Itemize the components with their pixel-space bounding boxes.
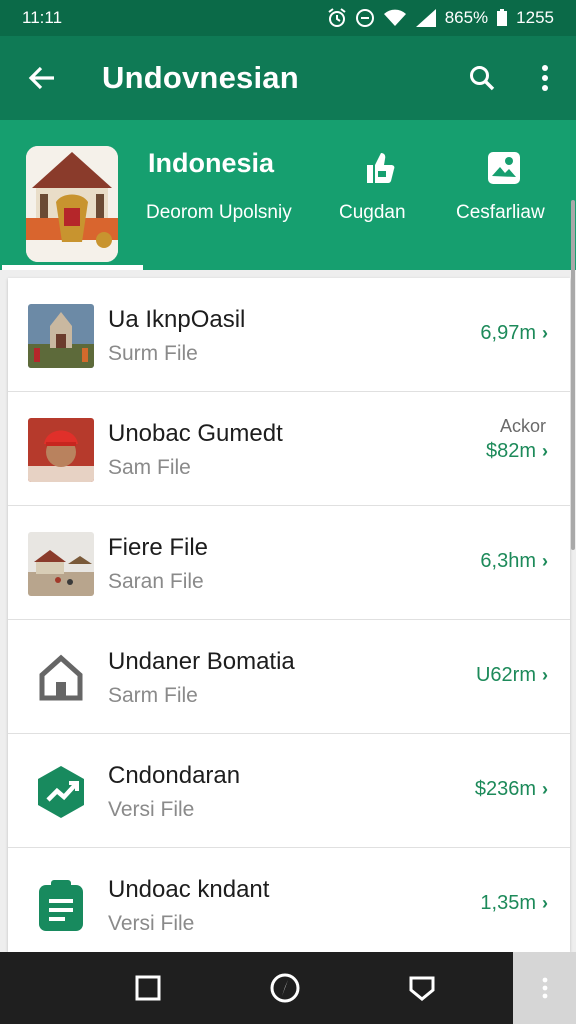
- village-thumbnail: [28, 532, 94, 596]
- compass-icon: [270, 973, 299, 1003]
- item-title: Undaner Bomatia: [108, 648, 295, 675]
- more-vert-icon: [542, 977, 547, 999]
- chevron-right-icon: ›: [542, 441, 548, 461]
- item-title: Undoac kndant: [108, 876, 270, 903]
- tab-strip: Indonesia Deorom Upolsniy Cugdan Cesfarl…: [0, 120, 576, 270]
- list-item[interactable]: Fiere File Saran File 6,3hm ›: [8, 506, 570, 620]
- item-size: $82m ›: [486, 440, 548, 463]
- thumbs-up-icon: [367, 153, 395, 183]
- search-button[interactable]: [450, 36, 514, 120]
- item-size-value: 1,35m: [480, 892, 536, 914]
- item-subtitle: Surm File: [108, 342, 198, 365]
- item-size: 6,3hm ›: [480, 550, 548, 573]
- village-photo-icon: [28, 532, 94, 596]
- item-size: 6,97m ›: [480, 322, 548, 345]
- more-vert-icon: [542, 65, 548, 91]
- signal-icon: [415, 9, 436, 27]
- chevron-right-icon: ›: [542, 551, 548, 571]
- item-subtitle: Sarm File: [108, 684, 198, 707]
- list-item[interactable]: Ua IknpOasil Surm File 6,97m ›: [8, 278, 570, 392]
- navigation-bar: [0, 952, 576, 1024]
- app-bar: Undovnesian: [0, 36, 576, 120]
- item-size: 1,35m ›: [480, 892, 548, 915]
- tab-cesfarliaw-icon-wrap[interactable]: [486, 150, 522, 186]
- list-item[interactable]: Cndondaran Versi File $236m ›: [8, 734, 570, 848]
- item-title: Fiere File: [108, 534, 209, 561]
- list-item[interactable]: Unobac Gumedt Sam File Ackor $82m ›: [8, 392, 570, 506]
- item-size-value: 6,3hm: [480, 550, 536, 572]
- recents-button[interactable]: [79, 952, 216, 1024]
- shield-back-icon: [409, 976, 434, 1001]
- indonesia-emblem-image[interactable]: [26, 146, 118, 262]
- list-item[interactable]: Undaner Bomatia Sarm File U62rm ›: [8, 620, 570, 734]
- item-title: Cndondaran: [108, 762, 241, 789]
- item-title: Unobac Gumedt: [108, 420, 283, 447]
- item-subtitle: Sam File: [108, 456, 191, 479]
- home-thumbnail: [28, 646, 94, 710]
- home-icon: [39, 654, 83, 701]
- item-subtitle: Versi File: [108, 798, 195, 821]
- arrow-back-icon: [28, 66, 54, 90]
- square-icon: [135, 975, 160, 1001]
- battery-icon: [497, 9, 508, 26]
- chevron-right-icon: ›: [542, 665, 548, 685]
- chevron-right-icon: ›: [542, 893, 548, 913]
- status-icons: 865% 1255: [327, 8, 554, 28]
- status-time: 11:11: [22, 8, 63, 27]
- search-icon: [470, 66, 495, 91]
- do-not-disturb-icon: [355, 9, 374, 27]
- back-button[interactable]: [0, 36, 84, 120]
- document-icon: [39, 880, 83, 931]
- item-subtitle: Versi File: [108, 912, 195, 935]
- tab-cugdan-icon-wrap[interactable]: [361, 150, 397, 186]
- temple-photo-icon: [28, 304, 94, 368]
- page-title: Undovnesian: [102, 60, 299, 95]
- document-thumbnail: [28, 874, 94, 938]
- emblem-icon: [26, 146, 118, 262]
- wifi-icon: [383, 9, 406, 26]
- tab-cesfarliaw[interactable]: Cesfarliaw: [456, 202, 545, 224]
- tab-title-indonesia[interactable]: Indonesia: [148, 148, 274, 179]
- item-title: Ua IknpOasil: [108, 306, 246, 333]
- item-size-value: $236m: [474, 778, 536, 800]
- nav-overflow-button[interactable]: [513, 952, 576, 1024]
- trend-thumbnail: [28, 760, 94, 824]
- person-photo-icon: [28, 418, 94, 482]
- item-size: $236m ›: [475, 778, 548, 801]
- alarm-icon: [328, 8, 346, 27]
- tab-indicator: [2, 265, 143, 270]
- scrollbar[interactable]: [571, 200, 575, 550]
- person-thumbnail: [28, 418, 94, 482]
- item-size-value: 6,97m: [480, 322, 536, 344]
- item-subtitle: Saran File: [108, 570, 204, 593]
- item-extra: Ackor: [499, 416, 546, 436]
- back-nav-button[interactable]: [353, 952, 490, 1024]
- item-size: U62rm ›: [476, 664, 548, 687]
- file-list: Ua IknpOasil Surm File 6,97m › Unobac Gu…: [8, 278, 570, 952]
- list-item[interactable]: Undoac kndant Versi File 1,35m ›: [8, 848, 570, 952]
- home-button[interactable]: [216, 952, 353, 1024]
- chevron-right-icon: ›: [542, 779, 548, 799]
- battery-level: 865%: [444, 8, 489, 27]
- status-bar: 11:11 865% 1255: [0, 0, 576, 36]
- trend-icon: [38, 766, 84, 818]
- status-clock: 1255: [516, 8, 554, 27]
- chevron-right-icon: ›: [542, 323, 548, 343]
- tab-cugdan[interactable]: Cugdan: [339, 202, 406, 224]
- photo-icon: [488, 152, 520, 184]
- item-size-value: U62rm: [475, 664, 536, 686]
- item-size-value: $82m: [485, 440, 536, 462]
- overflow-menu-button[interactable]: [514, 36, 576, 120]
- temple-thumbnail: [28, 304, 94, 368]
- tab-indonesia-label[interactable]: Deorom Upolsniy: [146, 202, 292, 224]
